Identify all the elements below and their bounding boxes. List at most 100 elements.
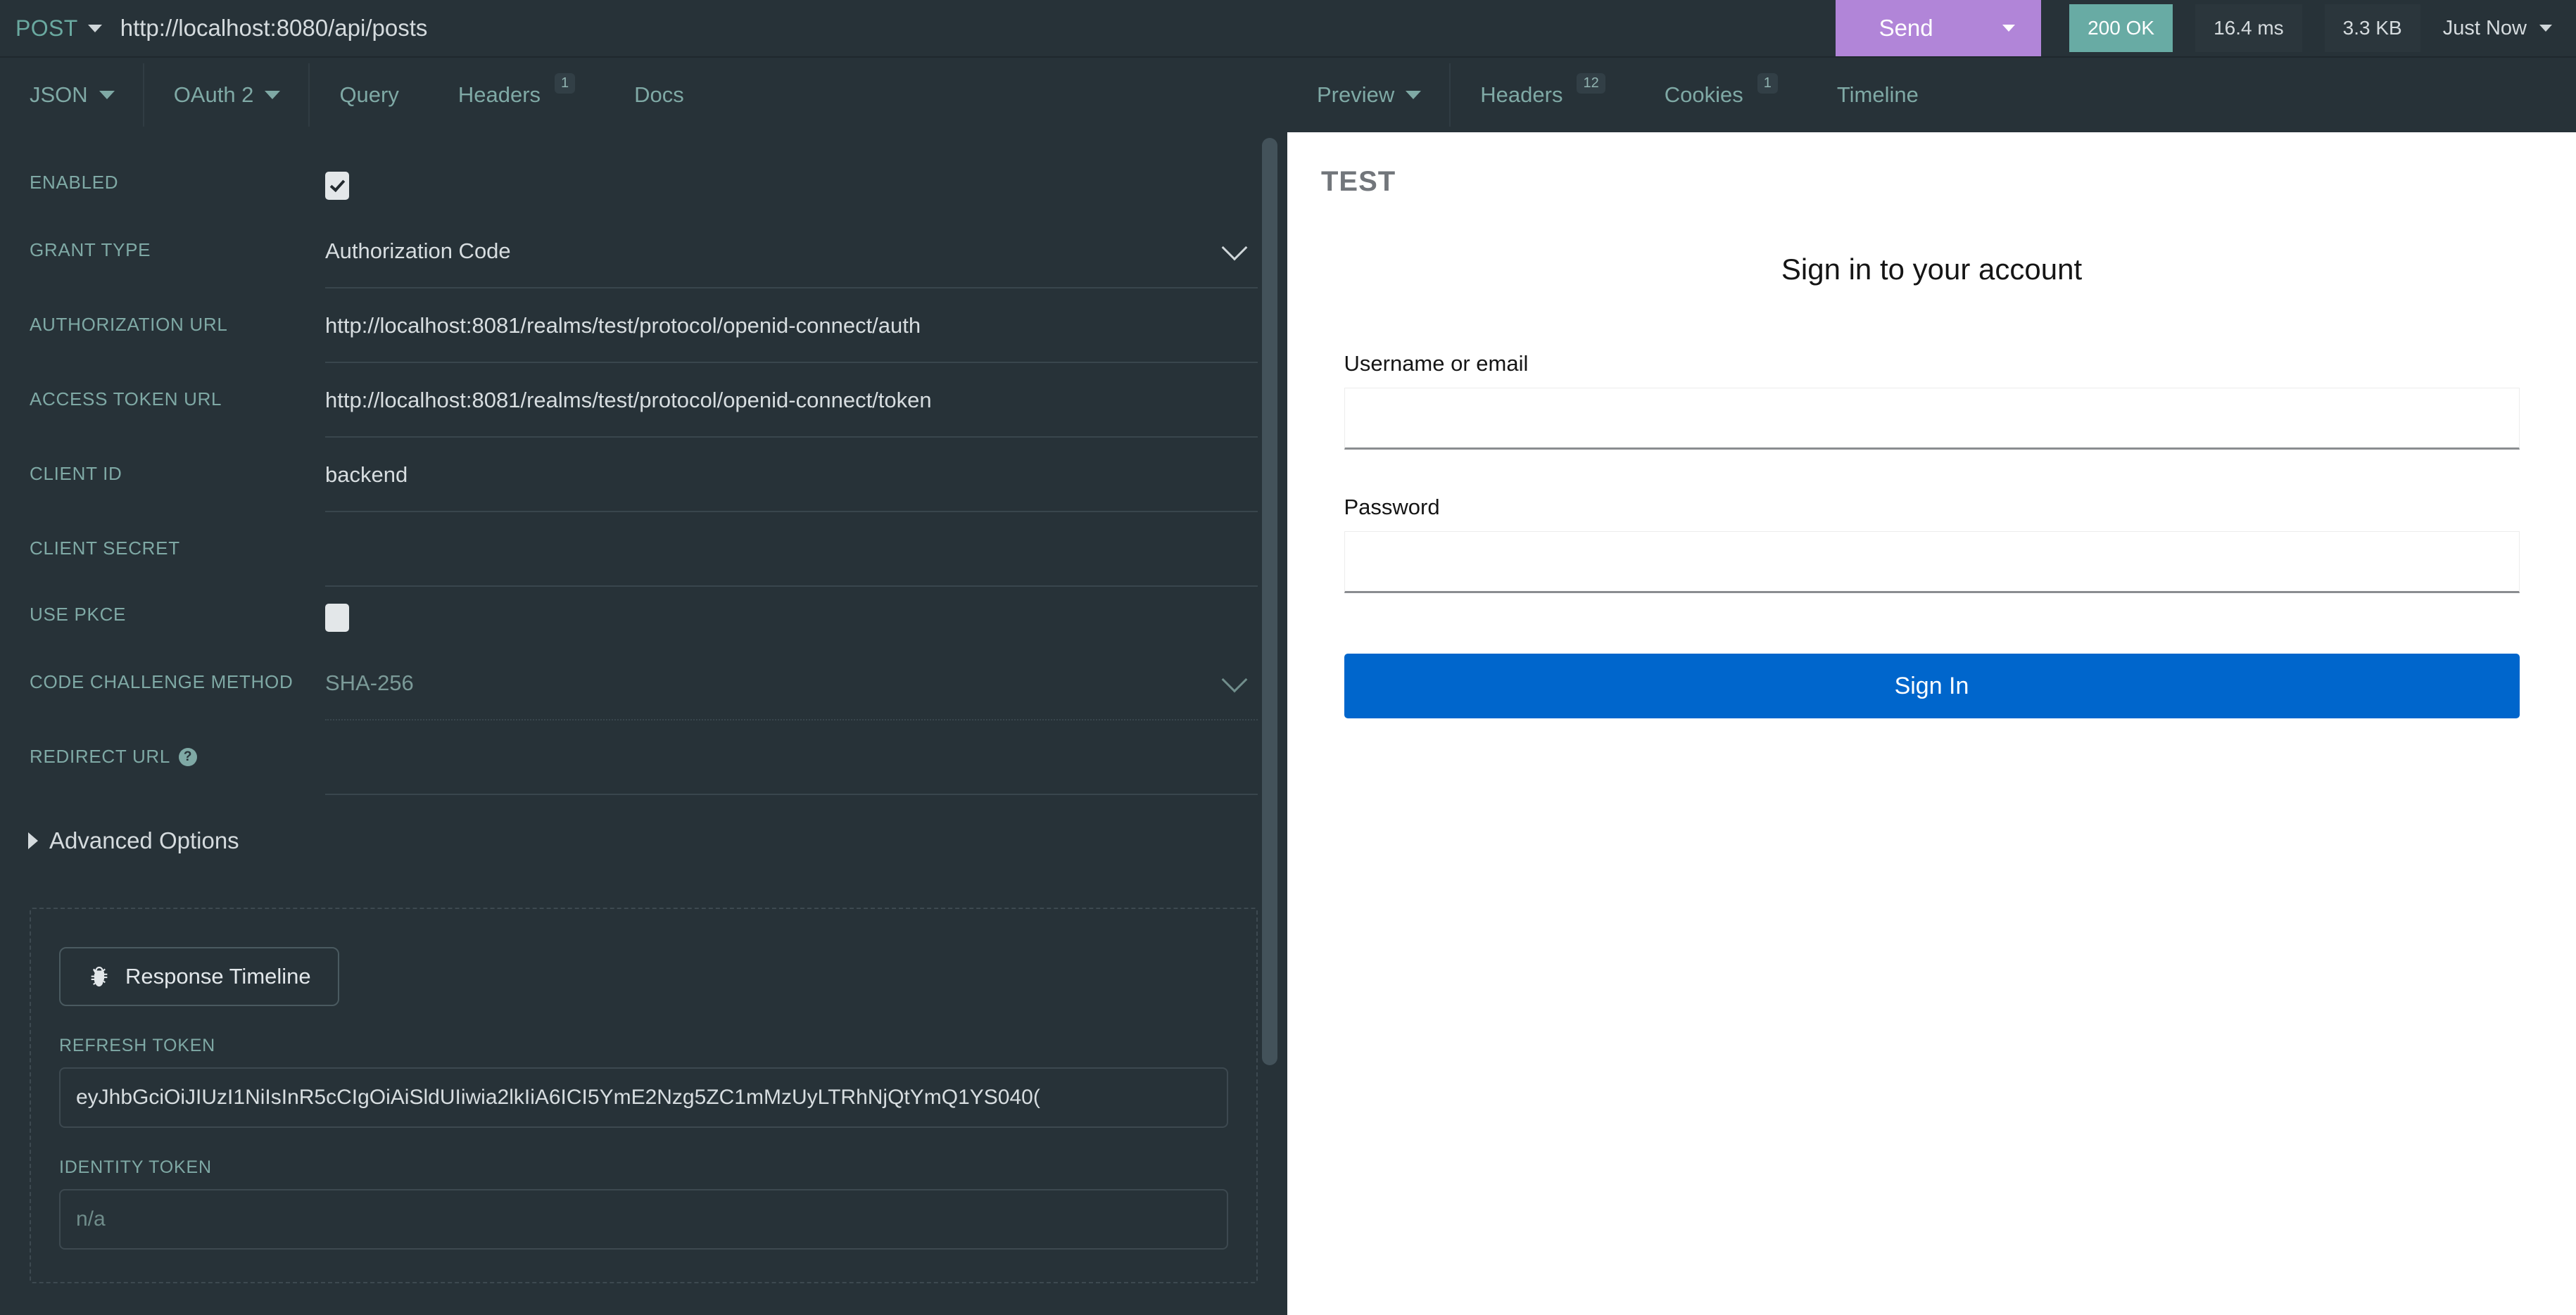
token-panel: Response Timeline REFRESH TOKEN eyJhbGci… (30, 908, 1258, 1283)
tab-label: Cookies (1664, 82, 1743, 107)
code-challenge-method-select[interactable]: SHA-256 (325, 647, 1258, 720)
code-challenge-method-label: CODE CHALLENGE METHOD (30, 671, 293, 692)
response-stats: 200 OK 16.4 ms 3.3 KB (2041, 0, 2443, 56)
oauth-form: ENABLED GRANT TYPE Authorization Code AU… (0, 132, 1287, 1283)
chevron-down-icon (2002, 25, 2016, 32)
tabstrip-spacer (1948, 58, 2576, 132)
enabled-checkbox[interactable] (325, 172, 349, 200)
tab-label: Docs (634, 82, 684, 107)
client-id-input[interactable]: backend (325, 439, 1258, 512)
sign-in-button[interactable]: Sign In (1344, 654, 2520, 718)
grant-type-select[interactable]: Authorization Code (325, 215, 1258, 288)
response-history-selector[interactable]: Just Now (2443, 0, 2576, 56)
authorization-url-input[interactable]: http://localhost:8081/realms/test/protoc… (325, 290, 1258, 363)
field-row-redirect-url: REDIRECT URL ? (0, 722, 1287, 796)
send-button[interactable]: Send (1836, 0, 1977, 56)
field-row-client-secret: CLIENT SECRET (0, 514, 1287, 588)
chevron-down-icon (87, 24, 102, 32)
password-input[interactable] (1344, 531, 2520, 593)
identity-token-label: IDENTITY TOKEN (59, 1157, 212, 1177)
password-label: Password (1344, 495, 1440, 519)
send-options-button[interactable] (1976, 0, 2042, 56)
chevron-down-icon (1221, 234, 1248, 261)
tab-query[interactable]: Query (310, 58, 428, 132)
http-method-selector[interactable]: POST (0, 0, 120, 56)
tab-response-headers[interactable]: Headers 12 (1451, 58, 1634, 132)
authorization-url-control: http://localhost:8081/realms/test/protoc… (325, 290, 1287, 363)
redirect-url-label: REDIRECT URL ? (30, 722, 325, 768)
tab-timeline[interactable]: Timeline (1807, 58, 1948, 132)
refresh-token-label: REFRESH TOKEN (59, 1036, 216, 1055)
bug-icon (91, 966, 108, 987)
refresh-token-input[interactable]: eyJhbGciOiJIUzI1NiIsInR5cCIgOiAiSldUIiwi… (59, 1067, 1228, 1128)
access-token-url-input[interactable]: http://localhost:8081/realms/test/protoc… (325, 364, 1258, 438)
code-challenge-method-value: SHA-256 (325, 671, 414, 695)
response-time-badge[interactable]: 16.4 ms (2195, 4, 2302, 52)
tab-label: OAuth 2 (173, 82, 254, 107)
redirect-url-label-text: REDIRECT URL (30, 746, 171, 767)
field-row-use-pkce: USE PKCE (0, 588, 1287, 647)
field-row-enabled: ENABLED (0, 156, 1287, 215)
request-tabstrip: JSON OAuth 2 Query Headers 1 Docs (0, 56, 1287, 132)
use-pkce-label: USE PKCE (30, 604, 127, 625)
tab-oauth2[interactable]: OAuth 2 (144, 58, 310, 132)
request-pane-scrollbar[interactable] (1262, 132, 1277, 1315)
authorization-url-label: AUTHORIZATION URL (30, 314, 228, 335)
preview-body: TEST Sign in to your account Username or… (1287, 132, 2576, 1315)
tab-label: JSON (30, 82, 88, 107)
advanced-options-toggle[interactable]: Advanced Options (0, 796, 1287, 854)
tab-cookies[interactable]: Cookies 1 (1635, 58, 1807, 132)
tab-count-badge: 1 (555, 73, 576, 94)
url-bar: POST http://localhost:8080/api/posts Sen… (0, 0, 2576, 56)
identity-token-input[interactable]: n/a (59, 1189, 1228, 1250)
chevron-down-icon (265, 91, 281, 99)
client-secret-label: CLIENT SECRET (30, 538, 180, 559)
scrollbar-thumb[interactable] (1262, 138, 1277, 1065)
use-pkce-checkbox[interactable] (325, 604, 349, 632)
tab-json[interactable]: JSON (0, 58, 144, 132)
client-secret-input[interactable] (325, 514, 1258, 587)
status-badge[interactable]: 200 OK (2069, 4, 2173, 52)
code-challenge-method-control: SHA-256 (325, 647, 1287, 720)
field-row-access-token-url: ACCESS TOKEN URL http://localhost:8081/r… (0, 364, 1287, 439)
tab-request-headers[interactable]: Headers 1 (429, 58, 605, 132)
http-method-label: POST (15, 15, 78, 41)
grant-type-control: Authorization Code (325, 215, 1287, 288)
panes-container: JSON OAuth 2 Query Headers 1 Docs ENABLE… (0, 56, 2576, 1315)
username-input[interactable] (1344, 388, 2520, 450)
tab-count-badge: 12 (1577, 73, 1605, 94)
tab-count-badge: 1 (1757, 73, 1778, 94)
access-token-url-label: ACCESS TOKEN URL (30, 388, 222, 409)
chevron-down-icon (2539, 25, 2552, 32)
help-icon[interactable]: ? (179, 747, 198, 766)
response-pane: Preview Headers 12 Cookies 1 Timeline TE… (1287, 56, 2576, 1315)
field-row-authorization-url: AUTHORIZATION URL http://localhost:8081/… (0, 290, 1287, 364)
username-label: Username or email (1344, 351, 1529, 376)
client-id-control: backend (325, 439, 1287, 512)
response-timestamp-label: Just Now (2442, 16, 2527, 39)
grant-type-label: GRANT TYPE (30, 239, 151, 260)
response-size-badge[interactable]: 3.3 KB (2324, 4, 2420, 52)
use-pkce-control (325, 588, 1287, 647)
redirect-url-control (325, 722, 1287, 795)
url-input[interactable]: http://localhost:8080/api/posts (120, 0, 1836, 56)
advanced-options-label: Advanced Options (49, 827, 239, 853)
chevron-down-icon (1221, 666, 1248, 693)
client-id-label: CLIENT ID (30, 463, 122, 484)
chevron-down-icon (99, 91, 115, 99)
realm-brand-title: TEST (1321, 166, 1396, 197)
tab-preview[interactable]: Preview (1287, 58, 1451, 132)
field-row-code-challenge-method: CODE CHALLENGE METHOD SHA-256 (0, 647, 1287, 722)
chevron-down-icon (1406, 91, 1422, 99)
tab-label: Headers (1480, 82, 1563, 107)
tab-label: Query (339, 82, 399, 107)
redirect-url-input[interactable] (325, 722, 1258, 795)
login-title: Sign in to your account (1781, 253, 2083, 286)
tabstrip-spacer (714, 58, 1287, 132)
response-timeline-label: Response Timeline (125, 964, 311, 989)
oauth-form-scroll-area: ENABLED GRANT TYPE Authorization Code AU… (0, 132, 1287, 1315)
tab-docs[interactable]: Docs (605, 58, 714, 132)
request-pane: JSON OAuth 2 Query Headers 1 Docs ENABLE… (0, 56, 1287, 1315)
client-secret-control (325, 514, 1287, 587)
response-timeline-button[interactable]: Response Timeline (59, 947, 339, 1006)
